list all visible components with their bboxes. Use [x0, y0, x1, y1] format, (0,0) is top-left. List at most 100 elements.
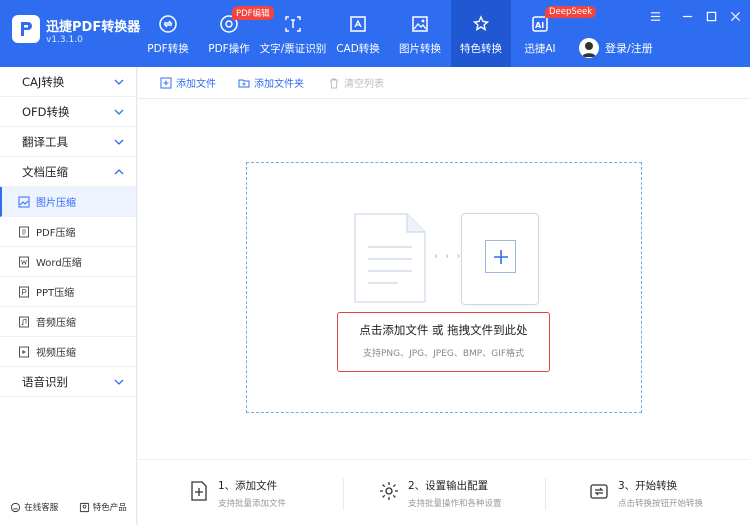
chevron-down-icon — [114, 109, 124, 115]
sidebar-category-translate[interactable]: 翻译工具 — [0, 127, 136, 157]
nav-ocr[interactable]: 文字/票证识别 — [259, 0, 327, 67]
convert-icon — [157, 13, 179, 35]
minimize-icon[interactable] — [680, 9, 694, 23]
video-compress-icon — [18, 346, 30, 358]
online-support-label: 在线客服 — [24, 503, 59, 513]
file-dropzone[interactable]: › › › 点击添加文件 或 拖拽文件到此处 支持PNG、JPG、JPEG、BM… — [246, 162, 642, 413]
nav-special-convert[interactable]: 特色转换 — [451, 0, 511, 67]
headset-icon — [11, 502, 21, 512]
dropzone-formats: 支持PNG、JPG、JPEG、BMP、GIF格式 — [362, 349, 525, 359]
word-compress-icon — [18, 256, 30, 268]
step-divider — [545, 478, 546, 510]
image-icon — [409, 13, 431, 35]
sidebar-item-label: 音频压缩 — [36, 318, 76, 329]
featured-products-label: 特色产品 — [92, 503, 127, 513]
step-add-file: 1、添加文件 支持批量添加文件 — [188, 478, 286, 509]
deepseek-badge: DeepSeek — [545, 6, 597, 18]
step-title: 1、添加文件 — [218, 480, 278, 492]
logo-icon — [21, 22, 32, 36]
step-settings: 2、设置输出配置 支持批量操作和各种设置 — [378, 478, 502, 509]
sidebar-item-word-compress[interactable]: Word压缩 — [0, 247, 136, 277]
pdf-compress-icon — [18, 226, 30, 238]
chevron-down-icon — [114, 379, 124, 385]
dropzone-hint: 点击添加文件 或 拖拽文件到此处 支持PNG、JPG、JPEG、BMP、GIF格… — [337, 312, 550, 372]
audio-compress-icon — [18, 316, 30, 328]
sidebar-item-image-compress[interactable]: 图片压缩 — [0, 187, 136, 217]
ppt-compress-icon — [18, 286, 30, 298]
hint-or: 或 — [432, 323, 444, 337]
nav-label: PDF操作 — [208, 43, 250, 55]
step-title: 2、设置输出配置 — [408, 480, 489, 492]
add-folder-icon — [238, 79, 250, 87]
hint-click-add: 点击添加文件 — [359, 323, 429, 337]
step-desc: 点击转换按钮开始转换 — [618, 499, 704, 509]
category-label: OFD转换 — [22, 104, 70, 119]
app-title: 迅捷PDF转换器 — [46, 20, 141, 35]
sidebar-item-video-compress[interactable]: 视频压缩 — [0, 337, 136, 367]
sidebar-category-caj[interactable]: CAJ转换 — [0, 67, 136, 97]
sidebar-item-pdf-compress[interactable]: PDF压缩 — [0, 217, 136, 247]
dropzone-main-text: 点击添加文件 或 拖拽文件到此处 — [338, 322, 549, 338]
user-icon — [582, 42, 596, 57]
nav-image-convert[interactable]: 图片转换 — [389, 0, 451, 67]
cad-icon — [347, 13, 369, 35]
app-version: v1.3.1.0 — [46, 35, 83, 45]
plus-box — [485, 240, 516, 273]
maximize-icon[interactable] — [704, 9, 718, 23]
gear-icon — [380, 482, 398, 500]
trash-icon — [330, 78, 338, 88]
product-icon — [79, 502, 89, 512]
document-illustration — [354, 213, 426, 303]
nav-label: 图片转换 — [399, 43, 441, 55]
hint-drag: 拖拽文件到此处 — [447, 323, 528, 337]
online-support-button[interactable]: 在线客服 — [10, 501, 58, 513]
step-start-convert: 3、开始转换 点击转换按钮开始转换 — [588, 478, 703, 509]
sidebar-category-compress[interactable]: 文档压缩 — [0, 157, 136, 187]
clear-list-button[interactable]: 清空列表 — [328, 75, 384, 90]
sidebar-item-label: 图片压缩 — [36, 198, 76, 209]
nav-pdf-convert[interactable]: PDF转换 — [137, 0, 199, 67]
category-label: 翻译工具 — [22, 134, 68, 149]
top-bar: 迅捷PDF转换器 v1.3.1.0 PDF转换 PDF操作 PDF编辑 文字/票… — [0, 0, 750, 67]
login-button[interactable]: 登录/注册 — [579, 38, 653, 58]
step-title: 3、开始转换 — [618, 480, 678, 492]
add-folder-label: 添加文件夹 — [254, 79, 304, 90]
plus-icon — [493, 249, 508, 264]
category-label: 语音识别 — [22, 374, 68, 389]
step-divider — [343, 478, 344, 510]
sidebar-item-ppt-compress[interactable]: PPT压缩 — [0, 277, 136, 307]
clear-list-label: 清空列表 — [344, 79, 384, 90]
sidebar-item-label: Word压缩 — [36, 258, 82, 269]
add-folder-button[interactable]: 添加文件夹 — [238, 75, 304, 90]
app-logo — [12, 15, 40, 43]
sidebar-item-label: 视频压缩 — [36, 348, 76, 359]
start-convert-icon — [590, 484, 608, 499]
arrows-illustration: › › › — [434, 251, 463, 262]
nav-cad-convert[interactable]: CAD转换 — [327, 0, 389, 67]
add-document-icon — [191, 481, 207, 501]
sidebar-footer: 在线客服 特色产品 — [0, 489, 137, 525]
add-file-icon — [160, 77, 172, 88]
step-desc: 支持批量操作和各种设置 — [408, 499, 502, 509]
ocr-icon — [282, 13, 304, 35]
sidebar-item-label: PDF压缩 — [36, 228, 76, 239]
category-label: CAJ转换 — [22, 74, 65, 89]
featured-products-button[interactable]: 特色产品 — [79, 501, 127, 513]
nav-label: PDF转换 — [147, 43, 189, 55]
toolbar: 添加文件 添加文件夹 清空列表 — [138, 67, 750, 99]
sidebar-category-ofd[interactable]: OFD转换 — [0, 97, 136, 127]
sidebar-item-audio-compress[interactable]: 音频压缩 — [0, 307, 136, 337]
steps-bar: 1、添加文件 支持批量添加文件 2、设置输出配置 支持批量操作和各种设置 3、开… — [138, 459, 750, 525]
nav-label: 特色转换 — [460, 43, 502, 55]
add-file-button[interactable]: 添加文件 — [160, 75, 216, 90]
main-area: › › › 点击添加文件 或 拖拽文件到此处 支持PNG、JPG、JPEG、BM… — [138, 99, 750, 459]
sidebar-category-speech[interactable]: 语音识别 — [0, 367, 136, 397]
category-label: 文档压缩 — [22, 164, 68, 179]
svg-text:AI: AI — [535, 21, 544, 30]
step-desc: 支持批量添加文件 — [218, 499, 287, 509]
chevron-down-icon — [114, 139, 124, 145]
close-icon[interactable] — [728, 9, 742, 23]
menu-icon[interactable] — [648, 9, 662, 23]
nav-label: 迅捷AI — [524, 43, 556, 55]
chevron-up-icon — [114, 168, 124, 174]
